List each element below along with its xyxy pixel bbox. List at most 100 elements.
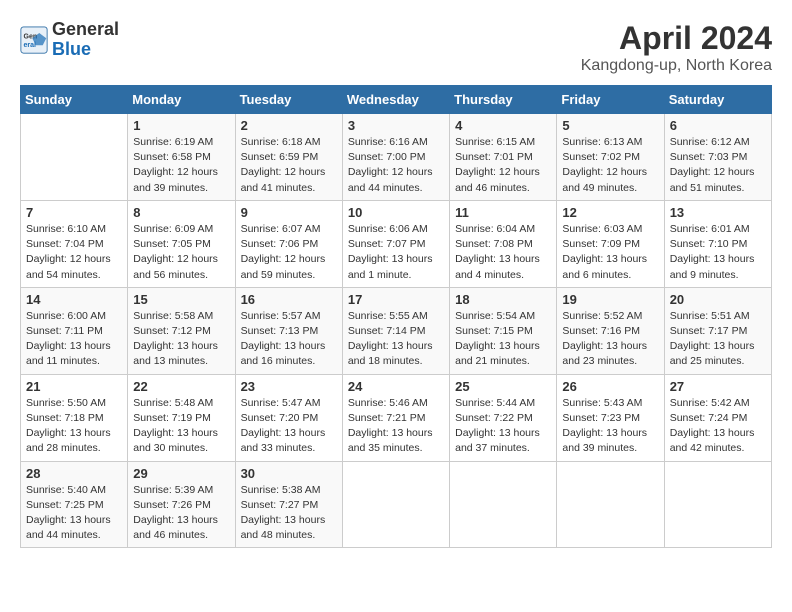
day-info: Sunrise: 5:43 AM Sunset: 7:23 PM Dayligh…: [562, 396, 658, 457]
calendar-cell: 4 Sunrise: 6:15 AM Sunset: 7:01 PM Daylig…: [450, 114, 557, 201]
calendar-cell: 28Sunrise: 5:40 AM Sunset: 7:25 PM Dayli…: [21, 461, 128, 548]
day-number: 29: [133, 466, 229, 481]
calendar-cell: 9Sunrise: 6:07 AM Sunset: 7:06 PM Daylig…: [235, 200, 342, 287]
calendar-cell: [450, 461, 557, 548]
column-header-wednesday: Wednesday: [342, 86, 449, 114]
column-header-sunday: Sunday: [21, 86, 128, 114]
calendar-cell: 21 Sunrise: 5:50 AM Sunset: 7:18 PM Dayli…: [21, 374, 128, 461]
calendar-cell: 30 Sunrise: 5:38 AM Sunset: 7:27 PM Dayli…: [235, 461, 342, 548]
day-number: 13: [670, 205, 766, 220]
day-info: Sunrise: 6:18 AM Sunset: 6:59 PM Dayligh…: [241, 135, 337, 196]
column-header-friday: Friday: [557, 86, 664, 114]
day-info: Sunrise: 6:12 AM Sunset: 7:03 PM Dayligh…: [670, 135, 766, 196]
calendar-cell: 16 Sunrise: 5:57 AM Sunset: 7:13 PM Dayli…: [235, 287, 342, 374]
day-info: Sunrise: 5:58 AM Sunset: 7:12 PM Dayligh…: [133, 309, 229, 370]
column-header-saturday: Saturday: [664, 86, 771, 114]
header: Gen eral General Blue April 2024 Kangdon…: [20, 20, 772, 75]
day-number: 15: [133, 292, 229, 307]
day-info: Sunrise: 5:48 AM Sunset: 7:19 PM Dayligh…: [133, 396, 229, 457]
title-section: April 2024 Kangdong-up, North Korea: [581, 20, 772, 75]
calendar-cell: 14Sunrise: 6:00 AM Sunset: 7:11 PM Dayli…: [21, 287, 128, 374]
calendar-cell: [557, 461, 664, 548]
calendar-cell: 19Sunrise: 5:52 AM Sunset: 7:16 PM Dayli…: [557, 287, 664, 374]
calendar-cell: 15 Sunrise: 5:58 AM Sunset: 7:12 PM Dayli…: [128, 287, 235, 374]
day-number: 26: [562, 379, 658, 394]
day-number: 21: [26, 379, 122, 394]
day-number: 3: [348, 118, 444, 133]
day-info: Sunrise: 5:57 AM Sunset: 7:13 PM Dayligh…: [241, 309, 337, 370]
calendar-cell: 10 Sunrise: 6:06 AM Sunset: 7:07 PM Dayli…: [342, 200, 449, 287]
day-number: 12: [562, 205, 658, 220]
day-info: Sunrise: 5:38 AM Sunset: 7:27 PM Dayligh…: [241, 483, 337, 544]
day-number: 27: [670, 379, 766, 394]
week-row-3: 14Sunrise: 6:00 AM Sunset: 7:11 PM Dayli…: [21, 287, 772, 374]
day-number: 18: [455, 292, 551, 307]
day-info: Sunrise: 5:50 AM Sunset: 7:18 PM Dayligh…: [26, 396, 122, 457]
day-number: 17: [348, 292, 444, 307]
calendar-cell: 11Sunrise: 6:04 AM Sunset: 7:08 PM Dayli…: [450, 200, 557, 287]
day-info: Sunrise: 5:46 AM Sunset: 7:21 PM Dayligh…: [348, 396, 444, 457]
day-info: Sunrise: 5:54 AM Sunset: 7:15 PM Dayligh…: [455, 309, 551, 370]
calendar-cell: 5 Sunrise: 6:13 AM Sunset: 7:02 PM Daylig…: [557, 114, 664, 201]
day-number: 19: [562, 292, 658, 307]
calendar-cell: 6 Sunrise: 6:12 AM Sunset: 7:03 PM Daylig…: [664, 114, 771, 201]
day-info: Sunrise: 5:55 AM Sunset: 7:14 PM Dayligh…: [348, 309, 444, 370]
day-info: Sunrise: 6:03 AM Sunset: 7:09 PM Dayligh…: [562, 222, 658, 283]
day-info: Sunrise: 6:06 AM Sunset: 7:07 PM Dayligh…: [348, 222, 444, 283]
calendar-cell: 26 Sunrise: 5:43 AM Sunset: 7:23 PM Dayli…: [557, 374, 664, 461]
calendar-subtitle: Kangdong-up, North Korea: [581, 57, 772, 75]
day-info: Sunrise: 6:13 AM Sunset: 7:02 PM Dayligh…: [562, 135, 658, 196]
day-number: 8: [133, 205, 229, 220]
day-number: 30: [241, 466, 337, 481]
logo-text: General Blue: [52, 20, 119, 60]
week-row-5: 28Sunrise: 5:40 AM Sunset: 7:25 PM Dayli…: [21, 461, 772, 548]
calendar-cell: 25 Sunrise: 5:44 AM Sunset: 7:22 PM Dayli…: [450, 374, 557, 461]
column-header-tuesday: Tuesday: [235, 86, 342, 114]
day-number: 7: [26, 205, 122, 220]
day-info: Sunrise: 6:19 AM Sunset: 6:58 PM Dayligh…: [133, 135, 229, 196]
week-row-1: 1 Sunrise: 6:19 AM Sunset: 6:58 PM Daylig…: [21, 114, 772, 201]
week-row-4: 21 Sunrise: 5:50 AM Sunset: 7:18 PM Dayli…: [21, 374, 772, 461]
calendar-cell: 29 Sunrise: 5:39 AM Sunset: 7:26 PM Dayli…: [128, 461, 235, 548]
calendar-cell: 2 Sunrise: 6:18 AM Sunset: 6:59 PM Daylig…: [235, 114, 342, 201]
calendar-cell: [342, 461, 449, 548]
calendar-cell: 17 Sunrise: 5:55 AM Sunset: 7:14 PM Dayli…: [342, 287, 449, 374]
calendar-cell: 1 Sunrise: 6:19 AM Sunset: 6:58 PM Daylig…: [128, 114, 235, 201]
calendar-cell: 7 Sunrise: 6:10 AM Sunset: 7:04 PM Daylig…: [21, 200, 128, 287]
day-number: 16: [241, 292, 337, 307]
calendar-cell: 13 Sunrise: 6:01 AM Sunset: 7:10 PM Dayli…: [664, 200, 771, 287]
day-info: Sunrise: 6:16 AM Sunset: 7:00 PM Dayligh…: [348, 135, 444, 196]
day-number: 4: [455, 118, 551, 133]
day-number: 28: [26, 466, 122, 481]
day-number: 25: [455, 379, 551, 394]
column-header-thursday: Thursday: [450, 86, 557, 114]
day-number: 2: [241, 118, 337, 133]
calendar-cell: 27Sunrise: 5:42 AM Sunset: 7:24 PM Dayli…: [664, 374, 771, 461]
day-number: 20: [670, 292, 766, 307]
calendar-cell: 12 Sunrise: 6:03 AM Sunset: 7:09 PM Dayli…: [557, 200, 664, 287]
calendar-cell: 20Sunrise: 5:51 AM Sunset: 7:17 PM Dayli…: [664, 287, 771, 374]
day-info: Sunrise: 6:10 AM Sunset: 7:04 PM Dayligh…: [26, 222, 122, 283]
week-row-2: 7 Sunrise: 6:10 AM Sunset: 7:04 PM Daylig…: [21, 200, 772, 287]
day-number: 5: [562, 118, 658, 133]
day-info: Sunrise: 5:47 AM Sunset: 7:20 PM Dayligh…: [241, 396, 337, 457]
day-info: Sunrise: 5:39 AM Sunset: 7:26 PM Dayligh…: [133, 483, 229, 544]
calendar-cell: [664, 461, 771, 548]
day-number: 9: [241, 205, 337, 220]
day-info: Sunrise: 5:44 AM Sunset: 7:22 PM Dayligh…: [455, 396, 551, 457]
day-number: 1: [133, 118, 229, 133]
logo: Gen eral General Blue: [20, 20, 119, 60]
calendar-cell: 24 Sunrise: 5:46 AM Sunset: 7:21 PM Dayli…: [342, 374, 449, 461]
calendar-cell: [21, 114, 128, 201]
calendar-cell: 18 Sunrise: 5:54 AM Sunset: 7:15 PM Dayli…: [450, 287, 557, 374]
day-info: Sunrise: 6:00 AM Sunset: 7:11 PM Dayligh…: [26, 309, 122, 370]
day-info: Sunrise: 6:01 AM Sunset: 7:10 PM Dayligh…: [670, 222, 766, 283]
logo-blue: Blue: [52, 40, 119, 60]
day-info: Sunrise: 6:09 AM Sunset: 7:05 PM Dayligh…: [133, 222, 229, 283]
day-number: 6: [670, 118, 766, 133]
calendar-table: SundayMondayTuesdayWednesdayThursdayFrid…: [20, 85, 772, 548]
day-number: 10: [348, 205, 444, 220]
day-number: 24: [348, 379, 444, 394]
day-info: Sunrise: 6:15 AM Sunset: 7:01 PM Dayligh…: [455, 135, 551, 196]
calendar-cell: 22Sunrise: 5:48 AM Sunset: 7:19 PM Dayli…: [128, 374, 235, 461]
